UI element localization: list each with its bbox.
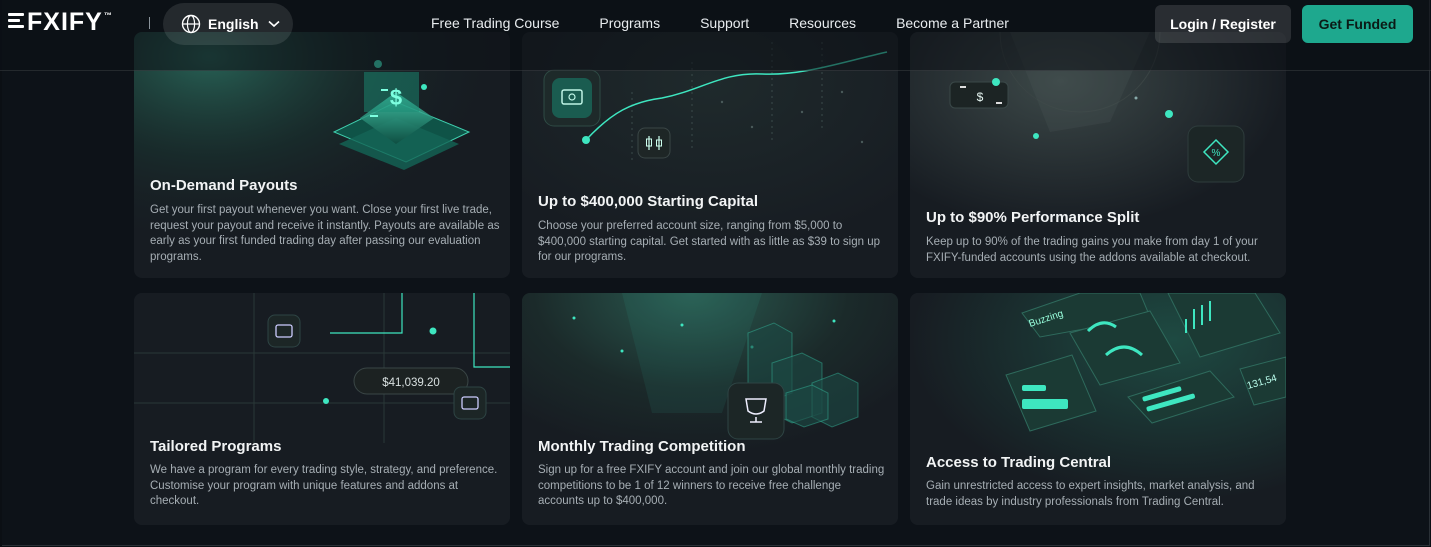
nav-programs[interactable]: Programs — [599, 15, 660, 31]
language-label: English — [208, 16, 259, 32]
svg-text:$: $ — [977, 90, 984, 104]
card-title: Up to $90% Performance Split — [926, 209, 1140, 226]
card-text: Gain unrestricted access to expert insig… — [926, 480, 1255, 508]
main-nav: Free Trading Course Programs Support Res… — [431, 15, 1049, 31]
login-register-button[interactable]: Login / Register — [1155, 5, 1291, 43]
nav-free-trading-course[interactable]: Free Trading Course — [431, 15, 559, 31]
get-funded-button[interactable]: Get Funded — [1302, 5, 1413, 43]
nav-resources[interactable]: Resources — [789, 15, 856, 31]
logo-trademark: ™ — [103, 11, 112, 20]
card-title: On-Demand Payouts — [150, 177, 298, 194]
nav-become-a-partner[interactable]: Become a Partner — [896, 15, 1009, 31]
card-text: Get your first payout whenever you want.… — [150, 204, 500, 263]
card-text: Choose your preferred account size, rang… — [538, 220, 881, 264]
logo[interactable]: FXIFY ™ — [8, 8, 112, 36]
language-selector[interactable]: English — [163, 3, 293, 45]
site-header: FXIFY ™ English Free Trading Course Prog… — [0, 0, 1431, 71]
card-text: Sign up for a free FXIFY account and joi… — [538, 464, 885, 508]
card-text: Keep up to 90% of the trading gains you … — [926, 236, 1258, 264]
globe-icon — [181, 14, 201, 34]
divider — [149, 17, 150, 29]
card-trading-central: Buzzing 131,54 Access to Trading Central… — [910, 293, 1286, 525]
nav-support[interactable]: Support — [700, 15, 749, 31]
card-title: Access to Trading Central — [926, 454, 1112, 471]
logo-icon — [8, 13, 24, 28]
svg-text:%: % — [1212, 148, 1221, 159]
amount-text: $41,039.20 — [382, 377, 440, 389]
card-title: Tailored Programs — [150, 438, 282, 455]
card-title: Monthly Trading Competition — [538, 438, 746, 455]
chevron-down-icon — [268, 20, 280, 28]
dollar-icon: $ — [390, 85, 402, 110]
logo-text: FXIFY — [27, 8, 103, 36]
card-text: We have a program for every trading styl… — [150, 464, 498, 508]
card-title: Up to $400,000 Starting Capital — [538, 193, 759, 210]
card-tailored-programs: $41,039.20 Tailored Programs We have a p… — [134, 293, 510, 525]
card-trading-competition: Monthly Trading Competition Sign up for … — [522, 293, 898, 525]
